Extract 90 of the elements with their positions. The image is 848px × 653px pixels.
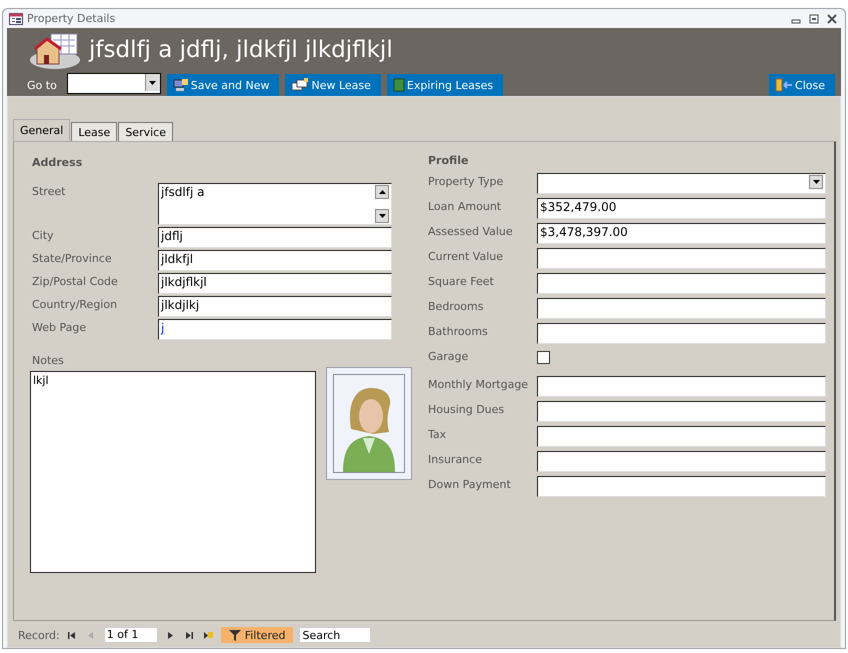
toolbar-button[interactable]: Save and New [166, 74, 280, 96]
last-record-icon [184, 630, 194, 640]
field-label: Zip/Postal Code [31, 274, 119, 290]
next-record-icon [166, 630, 175, 640]
tab[interactable]: Service [118, 122, 173, 141]
input-field[interactable] [537, 273, 826, 294]
input-field[interactable] [537, 401, 826, 422]
field-value: jfsdlfj a [161, 185, 204, 201]
restore-button[interactable] [807, 14, 821, 24]
field-label: Bathrooms [427, 324, 489, 340]
input-field[interactable] [537, 426, 826, 447]
field-value: jldkfjl [161, 252, 194, 268]
previous-record-icon [86, 630, 96, 640]
input-field[interactable]: jlkdjflkjl [158, 273, 392, 294]
person-silhouette-icon [333, 374, 405, 473]
close-form-button[interactable]: Close [769, 74, 835, 96]
close-icon [827, 14, 837, 24]
computer-icon [172, 78, 189, 92]
toolbar-button[interactable]: New Lease [285, 74, 381, 96]
door-arrow-icon [775, 77, 794, 93]
close-button[interactable] [825, 14, 839, 24]
field-label: Loan Amount [427, 199, 502, 215]
toolbar-button[interactable]: Expiring Leases [386, 74, 504, 96]
field-label: Garage [427, 349, 470, 365]
field-label: Tax [427, 427, 448, 443]
input-field[interactable] [537, 376, 826, 397]
link[interactable]: j [161, 321, 164, 338]
field-label: Notes [31, 353, 65, 367]
section-heading: Profile [428, 154, 470, 167]
search-field[interactable]: Search [299, 627, 372, 643]
record-position-field[interactable]: 1 of 1 [104, 627, 158, 643]
field-value: $352,479.00 [540, 200, 616, 216]
new-record-icon [204, 630, 213, 640]
field-value: lkjl [33, 374, 49, 387]
input-field[interactable] [537, 298, 826, 319]
field-label: State/Province [31, 251, 113, 267]
input-field[interactable]: j [158, 319, 392, 340]
dropdown-button[interactable] [809, 175, 823, 189]
input-field[interactable] [537, 451, 826, 472]
field-value: jlkdjflkjl [161, 275, 207, 291]
input-field[interactable] [537, 476, 826, 497]
field-label: Property Type [427, 174, 504, 190]
form-icon [9, 12, 23, 24]
documents-icon [291, 78, 310, 92]
go-to-label: Go to [27, 79, 57, 92]
tab[interactable]: General [13, 119, 70, 141]
record-label: Record: [18, 628, 60, 642]
window-title: Property Details [27, 12, 116, 25]
field-label: Web Page [31, 320, 88, 336]
tab[interactable]: Lease [71, 122, 118, 141]
notes-field[interactable]: lkjl [30, 371, 316, 573]
field-label: Square Feet [427, 274, 495, 290]
filter-button[interactable]: Filtered [220, 627, 294, 643]
field-value: jlkdjlkj [161, 298, 200, 314]
input-field[interactable]: $352,479.00 [537, 198, 826, 219]
field-label: City [31, 228, 55, 244]
book-icon [392, 78, 405, 92]
field-label: Bedrooms [427, 299, 484, 315]
up-arrow-icon [378, 190, 386, 194]
scroll-down-button[interactable] [375, 209, 389, 223]
input-field[interactable] [537, 248, 826, 269]
field-value: jdflj [161, 229, 183, 245]
field-value: $3,478,397.00 [540, 225, 628, 241]
section-heading: Address [32, 156, 84, 169]
caret-icon [812, 180, 820, 184]
restore-icon [809, 14, 819, 24]
scroll-up-button[interactable] [375, 185, 389, 199]
funnel-icon [228, 630, 241, 640]
input-field[interactable]: jldkfjl [158, 250, 392, 271]
field-label: Down Payment [427, 477, 512, 493]
field-label: Street [31, 184, 66, 200]
navigation-button[interactable] [202, 630, 215, 640]
field-label: Current Value [427, 249, 504, 265]
caret-icon [149, 80, 156, 84]
field-label: Assessed Value [427, 224, 514, 240]
checkbox[interactable] [537, 351, 550, 364]
input-field[interactable]: $3,478,397.00 [537, 223, 826, 244]
field-label: Insurance [427, 452, 483, 468]
field-label: Monthly Mortgage [427, 377, 530, 393]
go-to-dropdown[interactable] [66, 73, 161, 94]
dropdown-field[interactable] [537, 173, 826, 194]
input-field[interactable]: jdflj [158, 227, 392, 248]
field-label: Country/Region [31, 297, 118, 313]
record-title: jfsdlfj a jdflj, jldkfjl jlkdjflkjl [89, 37, 393, 63]
input-field[interactable] [537, 323, 826, 344]
down-arrow-icon [378, 214, 386, 218]
input-field[interactable]: jfsdlfj a [158, 183, 392, 225]
input-field[interactable]: jlkdjlkj [158, 296, 392, 317]
field-label: Housing Dues [427, 402, 506, 418]
first-record-icon [68, 630, 77, 640]
